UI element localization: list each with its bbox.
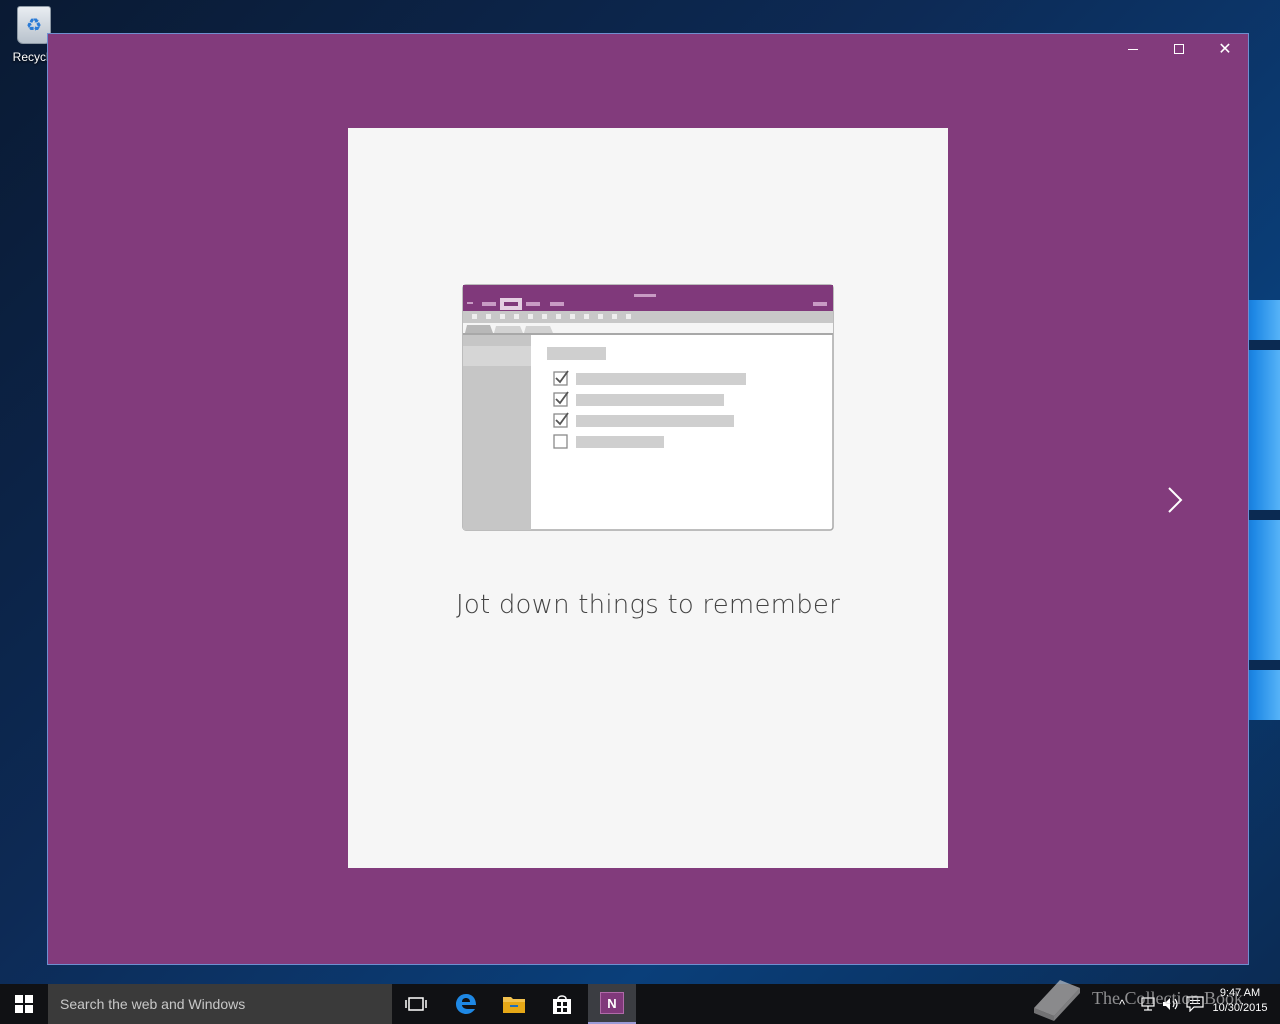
clock-date: 10/30/2015 — [1212, 1002, 1268, 1014]
onenote-illustration — [462, 284, 834, 531]
close-button[interactable]: ✕ — [1202, 34, 1248, 64]
onenote-icon: N — [600, 992, 624, 1014]
network-icon[interactable] — [1138, 997, 1156, 1011]
task-view-button[interactable] — [392, 984, 440, 1024]
volume-icon[interactable] — [1162, 997, 1180, 1011]
maximize-icon — [1174, 44, 1184, 54]
recycle-bin-icon — [17, 6, 51, 44]
start-button[interactable] — [0, 984, 48, 1024]
action-center-icon[interactable] — [1186, 996, 1204, 1012]
store-icon — [553, 995, 571, 1014]
checklist-item — [553, 412, 734, 428]
edge-icon — [456, 994, 476, 1014]
maximize-button[interactable] — [1156, 34, 1202, 64]
intro-card: Jot down things to remember — [348, 128, 948, 868]
taskbar: Search the web and Windows N ^ — [0, 984, 1280, 1024]
onenote-window: ✕ Jot down things to remember — [47, 33, 1249, 965]
checklist-item-text-placeholder — [576, 394, 724, 406]
checklist-item-text-placeholder — [576, 415, 734, 427]
checklist-item — [553, 391, 724, 407]
taskbar-clock[interactable]: 9:47 AM 10/30/2015 — [1208, 986, 1272, 1016]
next-slide-button[interactable] — [1160, 480, 1190, 520]
clock-time: 9:47 AM — [1219, 987, 1261, 999]
store-button[interactable] — [538, 984, 586, 1024]
task-view-icon — [405, 997, 427, 1011]
minimize-icon — [1128, 48, 1138, 50]
system-tray: ^ — [1112, 984, 1204, 1024]
folder-icon — [503, 997, 525, 1013]
unchecked-checkbox-icon — [553, 434, 568, 449]
file-explorer-button[interactable] — [490, 984, 538, 1024]
close-icon: ✕ — [1218, 39, 1232, 58]
minimize-button[interactable] — [1110, 34, 1156, 64]
onenote-taskbar-button[interactable]: N — [588, 984, 636, 1024]
windows-logo-icon — [15, 995, 33, 1013]
checklist-item-text-placeholder — [576, 436, 664, 448]
checklist-item-text-placeholder — [576, 373, 746, 385]
show-hidden-icons-icon[interactable]: ^ — [1112, 997, 1132, 1012]
edge-browser-button[interactable] — [442, 984, 490, 1024]
checklist-item — [553, 370, 746, 386]
search-input[interactable]: Search the web and Windows — [48, 984, 392, 1024]
intro-caption: Jot down things to remember — [456, 590, 840, 620]
chevron-right-icon — [1168, 487, 1183, 513]
